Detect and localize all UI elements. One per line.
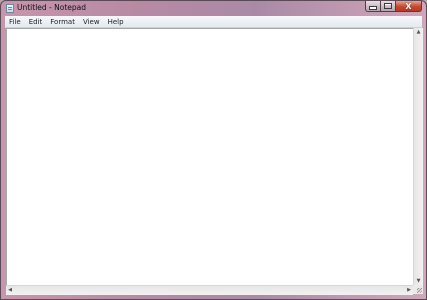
minimize-button[interactable] <box>365 1 381 12</box>
scroll-up-icon[interactable]: ▲ <box>414 28 423 36</box>
notepad-icon[interactable] <box>6 4 14 13</box>
close-button[interactable]: X <box>396 1 422 12</box>
caption-buttons: X <box>365 1 422 12</box>
scroll-down-icon[interactable]: ▼ <box>414 277 423 285</box>
scroll-left-icon[interactable]: ◀ <box>6 286 14 295</box>
scroll-right-icon[interactable]: ▶ <box>405 286 413 295</box>
menu-file[interactable]: File <box>5 17 25 27</box>
minimize-icon <box>369 6 377 10</box>
menu-edit[interactable]: Edit <box>25 17 47 27</box>
resize-grip-icon[interactable] <box>413 285 423 294</box>
menu-help[interactable]: Help <box>104 17 128 27</box>
title-bar[interactable]: Untitled - Notepad X <box>1 1 426 15</box>
horizontal-scrollbar[interactable]: ◀ ▶ <box>6 285 413 295</box>
vertical-scrollbar[interactable]: ▲ ▼ <box>413 28 423 285</box>
maximize-button[interactable] <box>381 1 396 12</box>
menu-view[interactable]: View <box>79 17 104 27</box>
close-icon: X <box>405 1 412 11</box>
menu-format[interactable]: Format <box>46 17 79 27</box>
maximize-icon <box>384 3 392 9</box>
notepad-window: Untitled - Notepad X File Edit Format Vi… <box>0 0 427 300</box>
menu-bar: File Edit Format View Help <box>5 16 422 28</box>
text-editor-area[interactable] <box>6 28 414 286</box>
window-title: Untitled - Notepad <box>17 3 87 12</box>
